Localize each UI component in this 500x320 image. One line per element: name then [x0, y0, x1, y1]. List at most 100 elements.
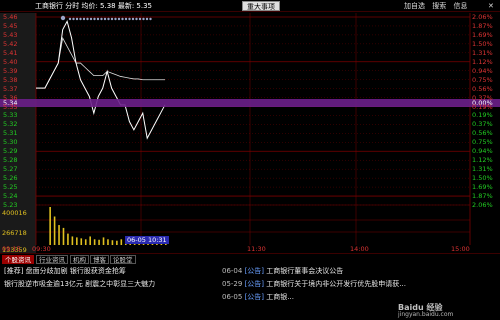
volume-tick-label: 266718 [2, 229, 27, 237]
volume-bar [111, 240, 114, 245]
price-tick-label: 5.39 [3, 66, 18, 75]
tick-dot [100, 17, 103, 21]
pct-tick-label: 0.56% [472, 84, 493, 93]
volume-bar [49, 207, 51, 245]
tab-forum[interactable]: 论股堂 [110, 255, 136, 264]
announcement-item[interactable]: 05-29 [公告] 工商银行关于境内非公开发行优先股申请获... [222, 278, 406, 290]
price-tick-label: 5.41 [3, 48, 18, 57]
volume-bar [62, 227, 65, 245]
pct-tick-label: 0.94% [472, 66, 493, 75]
tick-dot [82, 17, 86, 21]
announcement-item[interactable]: 06-04 [公告] 工商银行董事会决议公告 [222, 265, 343, 277]
time-tick-label: 09:15 [2, 245, 21, 253]
price-tick-label: 5.29 [3, 147, 18, 156]
pct-tick-label: 0.75% [472, 138, 493, 147]
pct-tick-label: 1.50% [472, 39, 493, 48]
news-item[interactable]: [推荐] 盘面分歧加剧 银行股获资金抢筹 [4, 265, 126, 277]
time-tick-label: 14:00 [350, 245, 369, 253]
price-tick-label: 5.26 [3, 174, 18, 183]
volume-bar [98, 239, 100, 245]
price-tick-label: 5.27 [3, 165, 18, 174]
tab-blog[interactable]: 博客 [90, 255, 109, 264]
time-tick-label: 11:30 [247, 245, 266, 253]
pct-tick-label: 1.69% [472, 183, 493, 192]
pct-tick-label: 0.56% [472, 129, 493, 138]
tick-dot [114, 17, 117, 21]
time-tick-label: 09:30 [32, 245, 51, 253]
avg-price-line [36, 36, 165, 89]
price-tick-label: 5.33 [3, 111, 18, 120]
price-tick-label: 5.46 [3, 13, 18, 21]
tick-dot [60, 15, 66, 21]
price-tick-label: 5.23 [3, 201, 18, 209]
tick-dot [72, 17, 75, 21]
pct-tick-label: 1.12% [472, 57, 493, 66]
watermark-sub: jingyan.baidu.com [398, 311, 454, 318]
tick-dot [110, 17, 114, 21]
pct-tick-label: 0.19% [472, 102, 493, 111]
price-tick-label: 5.42 [3, 39, 18, 48]
price-tick-label: 5.25 [3, 183, 18, 192]
volume-bar [80, 238, 83, 245]
tick-dot [124, 17, 128, 21]
price-tick-label: 5.30 [3, 138, 18, 147]
news-tabs: 个股资讯 行业资讯 机构 博客 论股堂 [0, 253, 500, 264]
tick-dot [86, 17, 89, 21]
pct-tick-label: 1.50% [472, 174, 493, 183]
baidu-watermark: Baidu 经验 jingyan.baidu.com [396, 298, 496, 320]
price-tick-label: 5.38 [3, 75, 18, 84]
tab-industry-news[interactable]: 行业资讯 [36, 255, 68, 264]
price-tick-label: 5.43 [3, 30, 18, 39]
tick-dot [117, 17, 121, 21]
tick-dot [93, 17, 96, 21]
tick-dot [128, 17, 131, 21]
price-tick-label: 5.24 [3, 192, 18, 201]
volume-bar [84, 239, 87, 245]
pct-tick-label: 0.94% [472, 147, 493, 156]
tick-dots [60, 15, 152, 21]
tick-dot [107, 17, 110, 21]
price-tick-label: 5.37 [3, 84, 18, 93]
tick-dot [79, 17, 82, 21]
tick-dot [138, 17, 142, 21]
volume-bar [107, 239, 109, 245]
pct-tick-label: 1.31% [472, 165, 493, 174]
chart-grid [36, 16, 470, 206]
pct-tick-label: 0.37% [472, 93, 493, 102]
price-tick-label: 5.36 [3, 93, 18, 102]
tick-dot [96, 17, 100, 21]
price-tick-label: 5.35 [3, 102, 18, 111]
tick-dot [145, 17, 149, 21]
intraday-chart [0, 13, 471, 253]
tick-dot [135, 17, 138, 21]
pct-tick-label: 1.12% [472, 156, 493, 165]
tab-institution[interactable]: 机构 [70, 255, 89, 264]
time-tick-label: 15:00 [451, 245, 470, 253]
announcement-item[interactable]: 06-05 [公告] 工商银... [222, 291, 294, 303]
volume-bar [76, 237, 78, 245]
tick-dot [68, 17, 72, 21]
price-tick-label: 5.40 [3, 57, 18, 66]
pct-tick-label: 0.37% [472, 120, 493, 129]
volume-bar [116, 240, 118, 245]
volume-bar [102, 237, 105, 245]
volume-bar [53, 216, 56, 245]
pct-tick-label: 1.87% [472, 192, 493, 201]
pct-tick-label: 0.75% [472, 75, 493, 84]
pct-tick-label: 2.06% [472, 201, 493, 209]
current-time-label: 06-05 10:31 [125, 236, 169, 244]
volume-bar [93, 239, 96, 245]
tick-dot [142, 17, 145, 21]
pct-tick-label: 1.69% [472, 30, 493, 39]
volume-bar [120, 239, 123, 245]
tab-stock-news[interactable]: 个股资讯 [2, 255, 34, 264]
tick-dot [121, 17, 124, 21]
prev-close-highlight [0, 99, 500, 107]
tick-dot [149, 17, 152, 21]
news-item[interactable]: 银行股逆市吸金逾13亿元 剧震之中彰显三大魅力 [4, 278, 155, 290]
volume-bar [71, 236, 74, 245]
volume-bar [67, 233, 69, 245]
price-tick-label: 5.31 [3, 129, 18, 138]
pct-tick-label: 1.31% [472, 48, 493, 57]
pct-tick-label: 0.19% [472, 111, 493, 120]
